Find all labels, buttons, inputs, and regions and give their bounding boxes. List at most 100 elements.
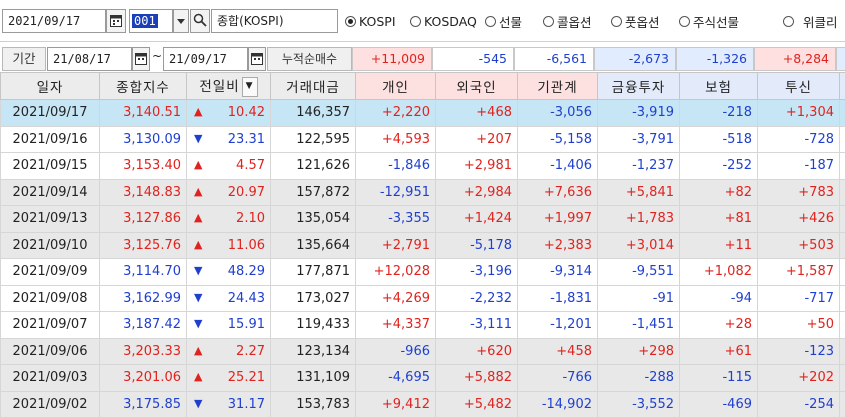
table-row[interactable]: 2021/09/033,201.06▲25.21131,109-4,695+5,… <box>1 365 845 392</box>
triangle-up-icon: ▲ <box>194 185 202 198</box>
cell-foreign: +207 <box>436 126 518 153</box>
cell-date: 2021/09/15 <box>1 153 100 180</box>
radio-futures[interactable]: 선물 <box>485 11 522 31</box>
header-institution[interactable]: 기관계 <box>518 73 598 100</box>
cell-financial-investment: -3,791 <box>598 126 680 153</box>
radio-dot-icon <box>485 16 496 27</box>
cell-volume: 122,595 <box>271 126 356 153</box>
header-date[interactable]: 일자 <box>1 73 100 100</box>
cell-overflow <box>840 312 845 339</box>
cell-trust: -123 <box>758 338 840 365</box>
header-foreign[interactable]: 외국인 <box>436 73 518 100</box>
cell-trust: +426 <box>758 206 840 233</box>
table-row[interactable]: 2021/09/103,125.76▲11.06135,664+2,791-5,… <box>1 232 845 259</box>
cell-date: 2021/09/06 <box>1 338 100 365</box>
table-row[interactable]: 2021/09/133,127.86▲2.10135,054-3,355+1,4… <box>1 206 845 233</box>
cell-financial-investment: -3,552 <box>598 391 680 418</box>
cell-financial-investment: -3,919 <box>598 100 680 127</box>
cumulative-individual: +11,009 <box>352 47 432 71</box>
table-row[interactable]: 2021/09/093,114.70▼48.29177,871+12,028-3… <box>1 259 845 286</box>
cell-index: 3,153.40 <box>100 153 187 180</box>
cell-insurance: +28 <box>680 312 758 339</box>
cell-overflow <box>840 338 845 365</box>
cumulative-institution: -6,561 <box>514 47 594 71</box>
cell-financial-investment: -91 <box>598 285 680 312</box>
cumulative-trust: +8,284 <box>754 47 836 71</box>
calendar-icon[interactable] <box>132 47 150 71</box>
cell-index: 3,203.33 <box>100 338 187 365</box>
cell-insurance: -469 <box>680 391 758 418</box>
triangle-down-icon: ▼ <box>194 264 202 277</box>
market-name-field: 종합(KOSPI) <box>211 9 338 33</box>
sort-dropdown-icon[interactable]: ▼ <box>242 77 258 97</box>
header-volume[interactable]: 거래대금 <box>271 73 356 100</box>
cell-date: 2021/09/03 <box>1 365 100 392</box>
table-row[interactable]: 2021/09/083,162.99▼24.43173,027+4,269-2,… <box>1 285 845 312</box>
cell-institution: -9,314 <box>518 259 598 286</box>
header-insurance[interactable]: 보험 <box>680 73 758 100</box>
table-row[interactable]: 2021/09/143,148.83▲20.97157,872-12,951+2… <box>1 179 845 206</box>
table-row[interactable]: 2021/09/073,187.42▼15.91119,433+4,337-3,… <box>1 312 845 339</box>
change-value: 25.21 <box>228 370 265 385</box>
table-row[interactable]: 2021/09/023,175.85▼31.17153,783+9,412+5,… <box>1 391 845 418</box>
cell-change: ▲10.42 <box>187 100 271 127</box>
market-code-input[interactable]: 001 <box>129 9 173 33</box>
radio-call-option[interactable]: 콜옵션 <box>543 11 592 31</box>
table-row[interactable]: 2021/09/173,140.51▲10.42146,357+2,220+46… <box>1 100 845 127</box>
radio-kosdaq[interactable]: KOSDAQ <box>410 11 477 31</box>
cell-date: 2021/09/07 <box>1 312 100 339</box>
cell-change: ▼23.31 <box>187 126 271 153</box>
search-icon[interactable] <box>190 9 210 33</box>
cell-foreign: -2,232 <box>436 285 518 312</box>
cell-overflow <box>840 232 845 259</box>
table-row[interactable]: 2021/09/063,203.33▲2.27123,134-966+620+4… <box>1 338 845 365</box>
cell-institution: -1,831 <box>518 285 598 312</box>
cell-institution: -14,902 <box>518 391 598 418</box>
period-label: 기간 <box>2 47 46 71</box>
cell-insurance: -94 <box>680 285 758 312</box>
cell-individual: +12,028 <box>356 259 436 286</box>
table-row[interactable]: 2021/09/163,130.09▼23.31122,595+4,593+20… <box>1 126 845 153</box>
cell-individual: -4,695 <box>356 365 436 392</box>
period-separator: ~ <box>151 49 163 63</box>
header-change[interactable]: 전일비▼ <box>187 73 271 100</box>
period-from-input[interactable]: 21/08/17 <box>47 47 132 71</box>
date-input[interactable]: 2021/09/17 <box>2 9 106 33</box>
triangle-down-icon: ▼ <box>194 397 202 410</box>
cell-individual: -12,951 <box>356 179 436 206</box>
header-trust[interactable]: 투신 <box>758 73 840 100</box>
cell-change: ▼15.91 <box>187 312 271 339</box>
table-row[interactable]: 2021/09/153,153.40▲4.57121,626-1,846+2,9… <box>1 153 845 180</box>
cell-trust: +1,304 <box>758 100 840 127</box>
radio-weekly[interactable]: 위클리 <box>783 11 838 31</box>
cell-change: ▲20.97 <box>187 179 271 206</box>
cell-trust: +202 <box>758 365 840 392</box>
change-value: 15.91 <box>228 317 265 332</box>
code-dropdown-button[interactable] <box>173 9 189 33</box>
cell-change: ▼48.29 <box>187 259 271 286</box>
header-financial-investment[interactable]: 금융투자 <box>598 73 680 100</box>
cell-date: 2021/09/08 <box>1 285 100 312</box>
investor-trading-table: 일자 종합지수 전일비▼ 거래대금 개인 외국인 기관계 금융투자 보험 투신 … <box>0 72 845 418</box>
calendar-icon[interactable] <box>248 47 266 71</box>
cell-date: 2021/09/17 <box>1 100 100 127</box>
cell-financial-investment: +5,841 <box>598 179 680 206</box>
cell-individual: +4,337 <box>356 312 436 339</box>
header-individual[interactable]: 개인 <box>356 73 436 100</box>
cell-institution: -3,056 <box>518 100 598 127</box>
radio-kospi[interactable]: KOSPI <box>345 11 396 31</box>
cell-financial-investment: +3,014 <box>598 232 680 259</box>
cell-foreign: +468 <box>436 100 518 127</box>
radio-stock-futures[interactable]: 주식선물 <box>679 11 739 31</box>
cumulative-foreign: -545 <box>432 47 514 71</box>
period-to-input[interactable]: 21/09/17 <box>163 47 248 71</box>
header-index[interactable]: 종합지수 <box>100 73 187 100</box>
change-value: 10.42 <box>228 105 265 120</box>
triangle-down-icon: ▼ <box>194 291 202 304</box>
calendar-icon[interactable] <box>106 9 126 33</box>
cell-financial-investment: -1,237 <box>598 153 680 180</box>
cell-index: 3,162.99 <box>100 285 187 312</box>
radio-dot-icon <box>783 16 794 27</box>
radio-put-option[interactable]: 풋옵션 <box>611 11 660 31</box>
cumulative-insurance: -1,326 <box>676 47 754 71</box>
